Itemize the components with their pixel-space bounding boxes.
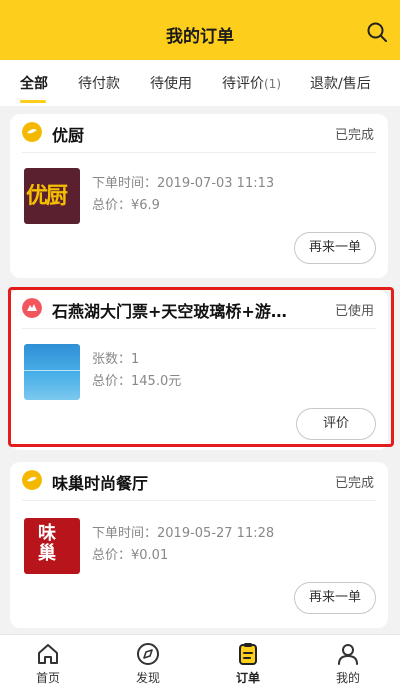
order-status: 已使用 <box>334 304 374 319</box>
tab-to-use[interactable]: 待使用 <box>150 73 192 93</box>
compass-icon <box>137 643 159 665</box>
order-status: 已完成 <box>334 128 374 143</box>
tab-pending-payment[interactable]: 待付款 <box>78 73 120 93</box>
order-tabs: 全部 待付款 待使用 待评价(1) 退款/售后 <box>0 60 400 106</box>
ticket-quantity: 张数：1 <box>92 352 140 367</box>
tab-refund[interactable]: 退款/售后 <box>310 73 371 93</box>
order-card[interactable]: 优厨 已完成 优厨 下单时间：2019-07-03 11:13 总价：¥6.9 … <box>10 114 388 278</box>
thumbnail-logo-text: 味巢 <box>38 523 56 564</box>
shop-name: 石燕湖大门票+天空玻璃桥+游… <box>52 302 287 321</box>
order-card-header[interactable]: 优厨 已完成 <box>10 114 388 148</box>
order-total: 总价：¥0.01 <box>92 548 169 563</box>
order-total: 总价：¥6.9 <box>92 198 160 213</box>
profile-icon <box>338 644 358 665</box>
nav-home-label: 首页 <box>35 671 60 685</box>
nav-profile-label: 我的 <box>335 671 360 685</box>
nav-orders[interactable]: 订单 <box>218 641 278 686</box>
nav-discover[interactable]: 发现 <box>118 641 178 686</box>
divider <box>22 500 376 501</box>
orders-page: 我的订单 全部 待付款 待使用 待评价(1) 退款/售后 优厨 已完成 优厨 下 <box>0 0 400 696</box>
shop-thumbnail: 优厨 <box>24 168 80 224</box>
tab-active-indicator <box>20 100 46 103</box>
takeout-shop-icon <box>22 122 42 142</box>
shop-thumbnail: 味巢 <box>24 518 80 574</box>
nav-discover-label: 发现 <box>135 671 160 685</box>
order-time: 下单时间：2019-05-27 11:28 <box>92 526 275 541</box>
order-card-header[interactable]: 石燕湖大门票+天空玻璃桥+游… 已使用 <box>10 290 388 324</box>
nav-profile[interactable]: 我的 <box>318 641 378 686</box>
ticket-icon <box>22 298 42 318</box>
divider <box>22 152 376 153</box>
nav-orders-label: 订单 <box>235 671 260 685</box>
takeout-shop-icon <box>22 470 42 490</box>
thumbnail-logo-text: 优厨 <box>26 184 68 209</box>
shop-name: 优厨 <box>52 126 85 145</box>
order-card[interactable]: 石燕湖大门票+天空玻璃桥+游… 已使用 张数：1 总价：145.0元 评价 <box>10 290 388 450</box>
reorder-button[interactable]: 再来一单 <box>293 582 376 614</box>
order-icon <box>239 643 257 665</box>
order-card-header[interactable]: 味巢时尚餐厅 已完成 <box>10 462 388 496</box>
divider <box>22 328 376 329</box>
home-icon <box>38 644 58 664</box>
order-card[interactable]: 味巢时尚餐厅 已完成 味巢 下单时间：2019-05-27 11:28 总价：¥… <box>10 462 388 628</box>
order-total: 总价：145.0元 <box>92 374 182 389</box>
nav-home[interactable]: 首页 <box>18 641 78 686</box>
search-icon[interactable] <box>366 21 388 43</box>
review-button[interactable]: 评价 <box>295 408 376 440</box>
tab-to-review-label: 待评价 <box>222 76 264 92</box>
shop-name: 味巢时尚餐厅 <box>52 474 149 493</box>
reorder-button[interactable]: 再来一单 <box>293 232 376 264</box>
status-bar <box>0 0 400 8</box>
app-header: 我的订单 <box>0 0 400 60</box>
tab-all[interactable]: 全部 <box>20 73 48 93</box>
page-title: 我的订单 <box>166 27 234 47</box>
ticket-thumbnail <box>24 344 80 400</box>
tab-to-review-count: (1) <box>264 77 281 91</box>
tab-to-review[interactable]: 待评价(1) <box>222 73 281 93</box>
order-status: 已完成 <box>334 476 374 491</box>
bottom-nav: 首页 发现 订单 我的 <box>0 634 400 696</box>
order-time: 下单时间：2019-07-03 11:13 <box>92 176 275 191</box>
